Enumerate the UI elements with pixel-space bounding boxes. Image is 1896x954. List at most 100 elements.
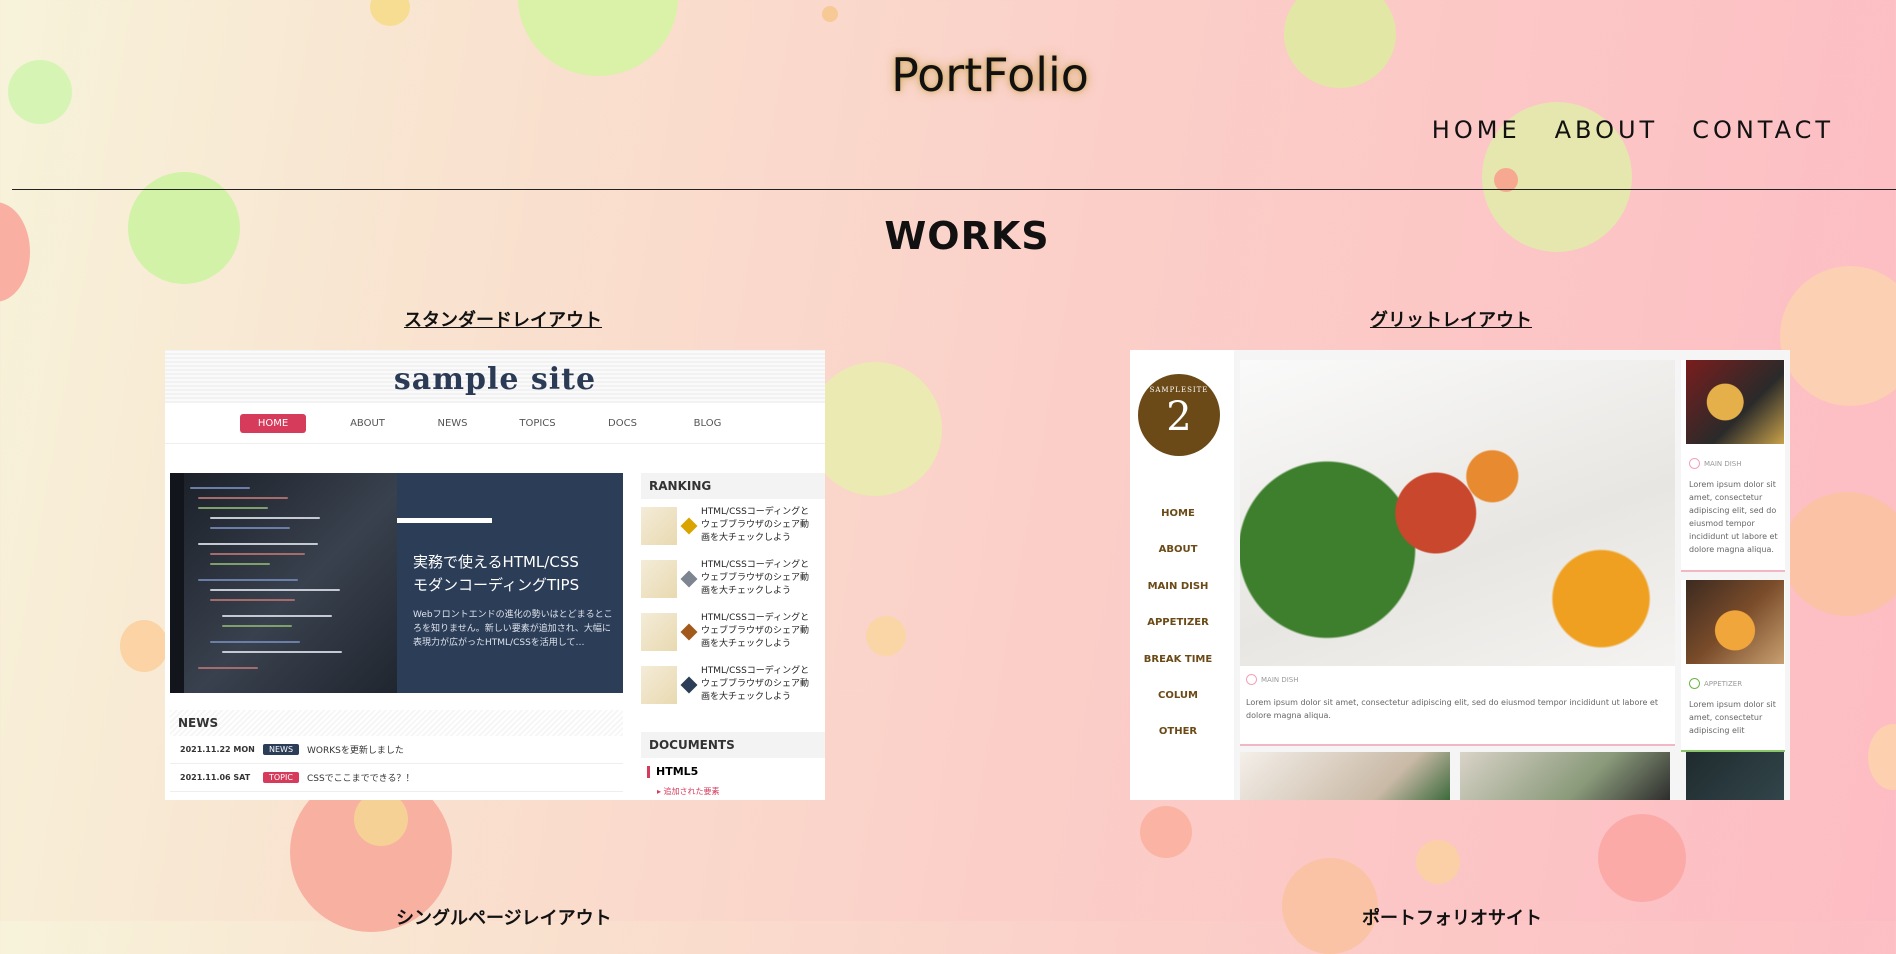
thumb-grid-bottom-image xyxy=(1460,752,1670,800)
thumb-grid-menu-item: BREAK TIME xyxy=(1143,653,1213,665)
thumb-nav-item: DOCS xyxy=(608,417,637,429)
category-dot-icon xyxy=(1689,678,1700,689)
bg-bubble xyxy=(1598,814,1686,902)
grid-layout-thumbnail[interactable]: SAMPLESITE 2 HOME ABOUT MAIN DISH APPETI… xyxy=(1130,350,1790,800)
thumb-hero-code-image xyxy=(170,473,397,693)
thumb-nav-item: BLOG xyxy=(693,417,722,429)
thumb-ranking-item: HTML/CSSコーディングとウェブブラウザのシェア動画を大チェックしよう xyxy=(641,499,825,552)
bg-bubble xyxy=(1868,724,1896,790)
thumb-nav-item: ABOUT xyxy=(350,417,385,429)
thumb-grid-side-card: APPETIZER Lorem ipsum dolor sit amet, co… xyxy=(1681,580,1785,752)
thumb-grid-card-category: APPETIZER xyxy=(1689,678,1742,689)
thumb-grid-card-text: Lorem ipsum dolor sit amet, consectetur … xyxy=(1246,698,1658,720)
bg-bubble xyxy=(354,792,408,846)
thumb-grid-menu: HOME ABOUT MAIN DISH APPETIZER BREAK TIM… xyxy=(1130,496,1226,751)
thumb-ranking-item: HTML/CSSコーディングとウェブブラウザのシェア動画を大チェックしよう xyxy=(641,658,825,711)
bg-bubble xyxy=(1780,266,1896,406)
site-title: PortFolio xyxy=(891,48,1089,102)
thumb-grid-logo: SAMPLESITE 2 xyxy=(1138,374,1220,456)
thumb-grid-menu-item: MAIN DISH xyxy=(1147,580,1209,592)
thumb-ranking-text: HTML/CSSコーディングとウェブブラウザのシェア動画を大チェックしよう xyxy=(701,613,810,649)
bg-bubble xyxy=(866,616,906,656)
thumb-ranking-item: HTML/CSSコーディングとウェブブラウザのシェア動画を大チェックしよう xyxy=(641,605,825,658)
category-dot-icon xyxy=(1689,458,1700,469)
work-title-grid-layout[interactable]: グリットレイアウト xyxy=(1370,306,1532,332)
thumb-news-row: 2021.11.06 SAT TOPIC CSSでここまでできる？！ xyxy=(170,764,623,792)
thumb-news-date: 2021.11.06 SAT xyxy=(180,773,251,782)
thumb-hero: 実務で使えるHTML/CSS モダンコーディングTIPS Webフロントエンドの… xyxy=(170,473,623,693)
thumb-hero-heading: 実務で使えるHTML/CSS モダンコーディングTIPS xyxy=(413,551,579,597)
thumb-ranking: RANKING HTML/CSSコーディングとウェブブラウザのシェア動画を大チェ… xyxy=(641,473,825,711)
thumb-documents-item: HTML5 xyxy=(647,766,819,778)
thumb-grid-logo-text: SAMPLESITE xyxy=(1149,386,1209,394)
thumb-news-row: 2021.11.22 MON NEWS WORKSを更新しました xyxy=(170,736,623,764)
thumb-grid-side-card: MAIN DISH Lorem ipsum dolor sit amet, co… xyxy=(1681,360,1785,572)
thumb-ranking-image xyxy=(641,506,677,545)
thumb-grid-main: MAIN DISH Lorem ipsum dolor sit amet, co… xyxy=(1234,350,1790,800)
thumb-documents-sub: ▸ 追加された要素 xyxy=(657,787,720,796)
bg-bubble xyxy=(1140,806,1192,858)
work-title-single-page-layout[interactable]: シングルページレイアウト xyxy=(396,904,612,930)
thumb-ranking-text: HTML/CSSコーディングとウェブブラウザのシェア動画を大チェックしよう xyxy=(701,666,810,702)
thumb-grid-food-image xyxy=(1240,360,1675,666)
thumb-nav-item: TOPICS xyxy=(519,417,556,429)
thumb-news-date: 2021.11.22 MON xyxy=(180,745,255,754)
nav-home-link[interactable]: HOME xyxy=(1432,116,1521,144)
thumb-grid-side-image xyxy=(1686,580,1784,664)
thumb-ranking-title: RANKING xyxy=(641,473,825,499)
thumb-news-tag: NEWS xyxy=(263,744,300,755)
rank-badge xyxy=(680,676,698,693)
thumb-hero-heading-line-2: モダンコーディングTIPS xyxy=(413,576,580,594)
thumb-grid-card-category: MAIN DISH xyxy=(1689,458,1742,469)
thumb-grid-menu-item: COLUM xyxy=(1158,689,1198,701)
thumb-site-nav: HOME ABOUT NEWS TOPICS DOCS BLOG xyxy=(165,403,825,444)
work-title-standard-layout[interactable]: スタンダードレイアウト xyxy=(404,306,602,332)
thumb-hero-bar xyxy=(397,518,492,523)
bg-bubble xyxy=(1782,492,1896,616)
thumb-ranking-image xyxy=(641,559,677,598)
thumb-grid-main-card: MAIN DISH Lorem ipsum dolor sit amet, co… xyxy=(1240,360,1675,746)
thumb-grid-menu-item: ABOUT xyxy=(1158,544,1198,556)
thumb-hero-heading-line-1: 実務で使えるHTML/CSS xyxy=(413,553,579,571)
header-divider xyxy=(12,189,1896,190)
thumb-nav-item: HOME xyxy=(240,413,306,433)
work-title-portfolio-site[interactable]: ポートフォリオサイト xyxy=(1362,904,1542,930)
nav-contact-link[interactable]: CONTACT xyxy=(1692,116,1834,144)
thumb-grid-menu-item: OTHER xyxy=(1158,726,1198,738)
thumb-grid-card-category: MAIN DISH xyxy=(1246,674,1299,685)
bg-bubble xyxy=(1416,840,1460,884)
thumb-grid-card-text: Lorem ipsum dolor sit amet, consectetur … xyxy=(1689,700,1776,735)
thumb-site-logo: sample site xyxy=(393,362,597,397)
thumb-news-tag: TOPIC xyxy=(263,772,299,783)
thumb-ranking-image xyxy=(641,612,677,651)
thumb-hero-panel: 実務で使えるHTML/CSS モダンコーディングTIPS Webフロントエンドの… xyxy=(397,473,623,693)
thumb-news-text: CSSでここまでできる？！ xyxy=(306,774,415,784)
thumb-news-text: WORKSを更新しました xyxy=(307,746,404,756)
thumb-documents: DOCUMENTS HTML5 ▸ 追加された要素 xyxy=(641,732,825,797)
thumb-ranking-text: HTML/CSSコーディングとウェブブラウザのシェア動画を大チェックしよう xyxy=(701,507,810,543)
rank-badge xyxy=(680,517,698,534)
thumb-news: NEWS 2021.11.22 MON NEWS WORKSを更新しました 20… xyxy=(170,710,623,800)
thumb-grid-side-image xyxy=(1686,360,1784,444)
thumb-grid-card-text: Lorem ipsum dolor sit amet, consectetur … xyxy=(1689,480,1778,554)
main-nav: HOME ABOUT CONTACT xyxy=(1432,116,1834,144)
works-heading: WORKS xyxy=(884,214,1050,258)
thumb-ranking-image xyxy=(641,665,677,704)
bg-bubble xyxy=(822,6,838,22)
standard-layout-thumbnail[interactable]: sample site HOME ABOUT NEWS TOPICS DOCS … xyxy=(165,350,825,800)
bg-bubble xyxy=(808,362,942,496)
nav-about-link[interactable]: ABOUT xyxy=(1555,116,1659,144)
thumb-grid-bottom-image xyxy=(1686,752,1784,800)
thumb-grid-bottom-image xyxy=(1240,752,1450,800)
thumb-nav-item: NEWS xyxy=(437,417,468,429)
thumb-ranking-text: HTML/CSSコーディングとウェブブラウザのシェア動画を大チェックしよう xyxy=(701,560,810,596)
thumb-grid-logo-number: 2 xyxy=(1166,394,1192,440)
thumb-grid-menu-item: APPETIZER xyxy=(1147,617,1209,629)
rank-badge xyxy=(680,623,698,640)
thumb-grid-card-category-label: MAIN DISH xyxy=(1261,675,1299,684)
thumb-grid-card-category-label: MAIN DISH xyxy=(1704,459,1742,468)
category-dot-icon xyxy=(1246,674,1257,685)
thumb-grid-sidebar: SAMPLESITE 2 HOME ABOUT MAIN DISH APPETI… xyxy=(1130,350,1235,800)
rank-badge xyxy=(680,570,698,587)
thumb-site-header: sample site xyxy=(165,350,825,403)
